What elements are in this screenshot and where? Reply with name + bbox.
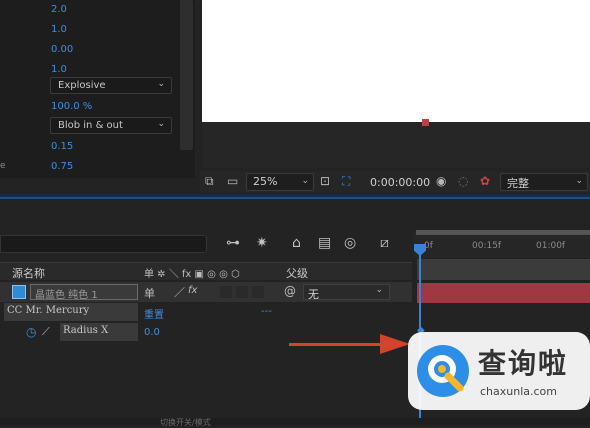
- draft-3d-icon[interactable]: ✷: [256, 236, 268, 250]
- switch-box[interactable]: [252, 286, 264, 298]
- current-timecode[interactable]: 0:00:00:00: [370, 176, 430, 189]
- property-value[interactable]: 1.0: [51, 64, 67, 75]
- property-row: 100.0 %: [0, 97, 178, 117]
- property-value[interactable]: 0.0: [144, 327, 160, 338]
- fx-switch-icon[interactable]: fx: [188, 285, 197, 296]
- property-name[interactable]: Radius X: [60, 323, 138, 341]
- region-of-interest-icon[interactable]: ⊡: [320, 175, 330, 187]
- work-area-bar[interactable]: [416, 230, 590, 235]
- frame-blending-icon[interactable]: ▤: [318, 236, 331, 250]
- chevron-down-icon: ⌄: [157, 119, 165, 129]
- property-row: 0.00: [0, 40, 178, 60]
- shy-switch-icon[interactable]: 单: [144, 285, 155, 301]
- ruler-label: 00:15f: [472, 241, 502, 251]
- property-row: 0.15: [0, 137, 178, 157]
- composition-pasteboard: [202, 122, 590, 168]
- property-row: e 0.75: [0, 157, 178, 177]
- property-value[interactable]: 0.00: [51, 44, 73, 55]
- chevron-down-icon: ⌄: [375, 285, 383, 295]
- dropdown-value: Explosive: [58, 80, 106, 91]
- shy-layers-icon[interactable]: ⌂: [292, 236, 301, 250]
- composition-flowchart-icon[interactable]: ⊶: [226, 236, 240, 250]
- property-row: 2.0: [0, 0, 178, 20]
- show-snapshot-icon[interactable]: ◌: [458, 175, 468, 187]
- switches-column[interactable]: 单 ✲ ＼ fx ▣ ◎ ◎ ⬡: [144, 265, 240, 280]
- layer-name[interactable]: 晶蓝色 纯色 1: [30, 284, 138, 301]
- property-value[interactable]: 2.0: [51, 4, 67, 15]
- effect-controls-panel: 2.0 1.0 0.00 1.0 Explosive ⌄ 100.0 % Blo…: [0, 0, 195, 178]
- snapshot-camera-icon[interactable]: ◉: [436, 175, 446, 187]
- switch-box[interactable]: [220, 286, 232, 298]
- annotation-arrow-head: [380, 334, 410, 354]
- property-value[interactable]: 100.0 %: [51, 101, 92, 112]
- watermark-title: 查询啦: [478, 347, 569, 380]
- effect-name[interactable]: CC Mr. Mercury: [4, 303, 138, 321]
- monitor-icon[interactable]: ▭: [227, 175, 238, 187]
- blob-influence-dropdown[interactable]: Blob in & out ⌄: [50, 117, 172, 134]
- layer-color-swatch[interactable]: [12, 285, 26, 299]
- track-work-area[interactable]: [417, 259, 590, 280]
- parent-column[interactable]: 父级: [286, 265, 308, 281]
- effect-dash: ---: [261, 306, 272, 317]
- layer-duration-bar[interactable]: [417, 283, 590, 303]
- annotation-arrow-shaft: [289, 343, 384, 346]
- viewer-toolbar: ⧉ ▭ 25% ⌄ ⊡ ⛶ 0:00:00:00 ◉ ◌ ✿ 完整 ⌄: [200, 171, 590, 193]
- graph-editor-icon[interactable]: ⧄: [380, 236, 389, 250]
- property-row: 1.0: [0, 20, 178, 40]
- property-value[interactable]: 0.15: [51, 141, 73, 152]
- property-label: e: [0, 161, 6, 171]
- switch-box[interactable]: [236, 286, 248, 298]
- source-name-column[interactable]: 源名称: [12, 265, 45, 281]
- toggle-switches-modes-label[interactable]: 切换开关/模式: [160, 417, 211, 428]
- dropdown-value: Blob in & out: [58, 120, 123, 131]
- stopwatch-icon[interactable]: ◷: [26, 325, 36, 339]
- composition-canvas[interactable]: [202, 0, 590, 122]
- pick-whip-icon[interactable]: @: [284, 284, 296, 298]
- motion-blur-icon[interactable]: ◎: [344, 236, 356, 250]
- watermark-subtitle: chaxunla.com: [480, 385, 557, 398]
- color-channels-icon[interactable]: ✿: [480, 175, 490, 187]
- graph-icon[interactable]: ⟋: [42, 325, 50, 339]
- timeline-search-input[interactable]: [0, 235, 207, 253]
- watermark-logo-icon: [417, 345, 469, 397]
- parent-select[interactable]: 无 ⌄: [303, 284, 390, 301]
- chevron-down-icon: ⌄: [575, 176, 583, 186]
- timeline-footer: [0, 418, 590, 426]
- animation-dropdown[interactable]: Explosive ⌄: [50, 77, 172, 94]
- quality-switch-icon[interactable]: ／: [174, 284, 185, 300]
- property-row: Blob in & out ⌄: [0, 116, 178, 136]
- reset-effect-link[interactable]: 重置: [144, 306, 164, 321]
- resolution-value: 完整: [507, 177, 529, 190]
- transparency-grid-icon[interactable]: ⛶: [342, 175, 350, 187]
- property-row: Explosive ⌄: [0, 76, 178, 96]
- zoom-value: 25%: [253, 175, 278, 188]
- chevron-down-icon: ⌄: [301, 176, 309, 186]
- chevron-down-icon: ⌄: [157, 79, 165, 89]
- timeline-column-header: 源名称 单 ✲ ＼ fx ▣ ◎ ◎ ⬡ 父级: [0, 262, 412, 280]
- zoom-select[interactable]: 25% ⌄: [246, 173, 314, 191]
- ruler-label: 01:00f: [536, 241, 566, 251]
- property-value[interactable]: 1.0: [51, 24, 67, 35]
- panel-scrollbar[interactable]: [180, 0, 193, 150]
- always-preview-icon[interactable]: ⧉: [205, 175, 214, 187]
- anchor-point-marker[interactable]: [422, 119, 429, 126]
- resolution-select[interactable]: 完整 ⌄: [500, 173, 588, 191]
- property-value[interactable]: 0.75: [51, 161, 73, 172]
- parent-value: 无: [308, 288, 319, 301]
